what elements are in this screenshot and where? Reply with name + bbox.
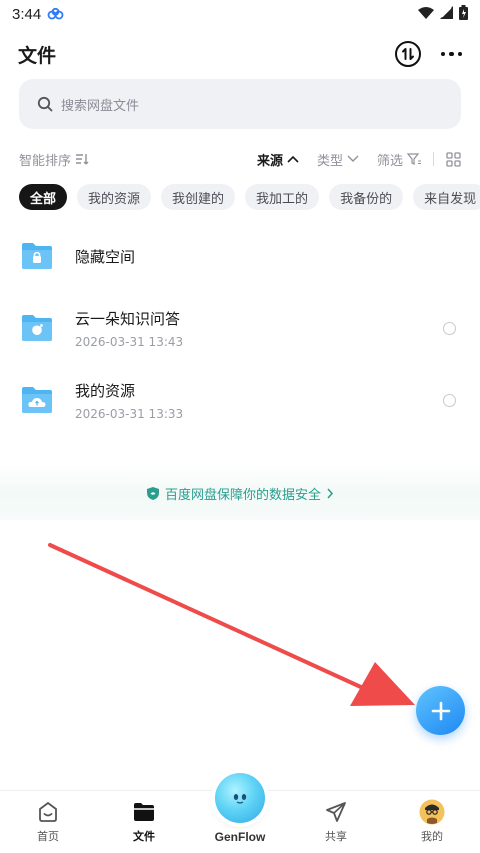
file-name: 隐藏空间 xyxy=(75,247,136,266)
filter-source-label: 来源 xyxy=(256,153,283,169)
file-name: 云一朵知识问答 xyxy=(75,309,181,328)
smart-sort-button[interactable]: 智能排序 xyxy=(19,150,89,169)
more-dot-icon xyxy=(440,51,445,57)
more-dot-icon xyxy=(457,51,462,57)
sort-icon xyxy=(76,154,89,165)
chip-from-discover[interactable]: 来自发现 xyxy=(413,184,480,210)
battery-icon xyxy=(459,4,468,24)
status-bar: 3:44 xyxy=(0,0,480,28)
filter-type-button[interactable]: 类型 xyxy=(317,150,359,169)
tab-files-label: 文件 xyxy=(133,830,155,843)
chevron-down-icon xyxy=(347,155,359,162)
signal-icon xyxy=(440,5,453,23)
tab-genflow-label: GenFlow xyxy=(214,830,266,844)
grid-view-button[interactable] xyxy=(446,151,461,167)
sort-bar: 智能排序 来源 类型 筛选 xyxy=(0,146,480,172)
tab-mine[interactable]: 我的 xyxy=(384,791,480,853)
list-item[interactable]: 我的资源 2026-03-31 13:33 xyxy=(0,370,480,430)
file-date: 2026-03-31 13:33 xyxy=(75,406,184,421)
smart-sort-label: 智能排序 xyxy=(19,153,72,169)
more-button[interactable] xyxy=(440,51,462,57)
genflow-orb-icon xyxy=(215,773,265,823)
status-time: 3:44 xyxy=(12,5,42,23)
more-dot-icon xyxy=(449,51,454,57)
plus-icon xyxy=(431,701,450,720)
filter-button[interactable]: 筛选 xyxy=(377,150,421,169)
chip-my-resources[interactable]: 我的资源 xyxy=(77,184,152,210)
filter-type-label: 类型 xyxy=(316,153,343,169)
tab-home-label: 首页 xyxy=(37,830,59,843)
search-placeholder: 搜索网盘文件 xyxy=(61,98,140,114)
security-banner[interactable]: 百度网盘保障你的数据安全 xyxy=(0,466,480,520)
list-item[interactable]: 云一朵知识问答 2026-03-31 13:43 xyxy=(0,298,480,358)
search-icon xyxy=(37,96,53,112)
file-date: 2026-03-31 13:43 xyxy=(75,334,184,349)
chip-created-by-me[interactable]: 我创建的 xyxy=(161,184,236,210)
filter-source-button[interactable]: 来源 xyxy=(257,150,299,169)
category-chips: 全部 我的资源 我创建的 我加工的 我备份的 来自发现 xyxy=(19,184,480,210)
bottom-tab-bar: 首页 文件 GenFlow 共享 我的 xyxy=(0,773,480,853)
avatar-icon xyxy=(419,799,445,825)
file-name: 我的资源 xyxy=(75,381,136,400)
add-button[interactable] xyxy=(416,686,465,735)
page-title: 文件 xyxy=(18,44,57,67)
chevron-up-icon xyxy=(287,155,299,163)
chip-all[interactable]: 全部 xyxy=(19,184,68,210)
transfer-button[interactable] xyxy=(394,41,421,67)
wifi-icon xyxy=(418,5,434,23)
tab-genflow[interactable]: GenFlow xyxy=(192,773,288,853)
tab-share-label: 共享 xyxy=(325,830,347,843)
tab-home[interactable]: 首页 xyxy=(0,791,96,853)
cloud-folder-icon xyxy=(20,385,54,415)
list-item[interactable]: 隐藏空间 xyxy=(0,226,480,286)
search-input[interactable]: 搜索网盘文件 xyxy=(19,79,461,129)
send-icon xyxy=(324,799,348,825)
select-checkbox[interactable] xyxy=(443,322,456,335)
funnel-icon xyxy=(407,153,421,165)
folder-icon xyxy=(132,799,156,825)
ai-folder-icon xyxy=(20,313,54,343)
filter-label: 筛选 xyxy=(376,153,403,169)
tab-files[interactable]: 文件 xyxy=(96,791,192,853)
select-checkbox[interactable] xyxy=(443,394,456,407)
tab-mine-label: 我的 xyxy=(421,830,443,843)
baidu-cloud-badge-icon xyxy=(47,8,65,20)
annotation-arrow-icon xyxy=(48,543,415,706)
chip-backed-up-by-me[interactable]: 我备份的 xyxy=(329,184,404,210)
shield-icon xyxy=(146,486,159,500)
security-banner-text: 百度网盘保障你的数据安全 xyxy=(164,487,321,503)
lock-folder-icon xyxy=(20,241,54,271)
page-header: 文件 xyxy=(0,34,480,74)
transfer-icon xyxy=(401,48,414,60)
chip-processed-by-me[interactable]: 我加工的 xyxy=(245,184,320,210)
divider xyxy=(433,152,434,166)
tab-share[interactable]: 共享 xyxy=(288,791,384,853)
chevron-right-icon xyxy=(327,488,334,498)
home-icon xyxy=(36,799,60,825)
grid-icon xyxy=(446,151,461,167)
